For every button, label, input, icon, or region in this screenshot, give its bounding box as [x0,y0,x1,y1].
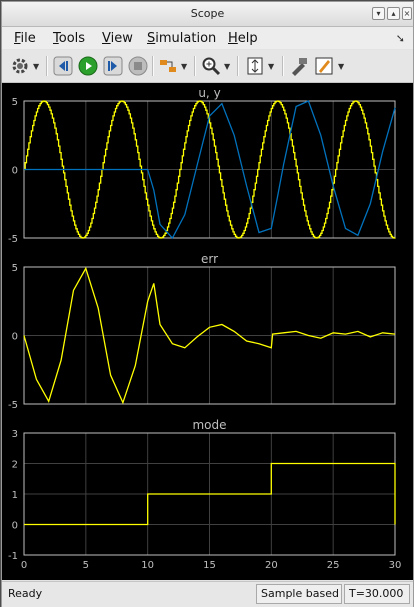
minimize-icon[interactable]: ▾ [372,7,385,20]
step-back-icon[interactable] [53,56,73,76]
y-tick-label: 0 [12,521,18,532]
zoom-icon[interactable] [201,56,221,76]
menu-file[interactable]: File [14,31,36,46]
toolbar-separator [152,56,154,76]
autoscale-icon[interactable] [245,56,265,76]
scope-display[interactable]: u, y -5 0 5 err -5 0 5 mode -1 0 1 2 3 0 5 10 15 20 25 30 [2,83,413,580]
y-tick-label: 1 [12,490,18,501]
x-tick-label: 25 [327,560,340,571]
menu-help-rest: elp [237,31,258,46]
x-tick-label: 5 [83,560,89,571]
x-tick-label: 0 [21,560,27,571]
status-time-box: T=30.000 [344,584,410,604]
edit-style-dropdown-icon[interactable]: ▼ [338,62,344,71]
panel-title: err [201,252,218,266]
toolbar-separator [282,56,284,76]
menu-bar: File Tools View Simulation Help ➘ [2,27,413,49]
run-icon[interactable] [78,56,98,76]
signal-selector-icon[interactable] [158,56,178,76]
window-title: Scope [190,7,225,20]
y-tick-label: -5 [8,234,18,245]
status-time: T=30.000 [349,587,404,600]
zoom-dropdown-icon[interactable]: ▼ [224,62,230,71]
maximize-icon[interactable]: ▴ [387,7,400,20]
stop-icon[interactable] [128,56,148,76]
settings-dropdown-icon[interactable]: ▼ [33,62,39,71]
y-tick-label: 5 [12,263,18,274]
scope-window: Scope ▾ ▴ × File Tools View Simulation H… [1,1,414,607]
status-mode-box: Sample based [256,584,342,604]
menu-view-rest: iew [110,31,133,46]
menu-simulation[interactable]: Simulation [147,31,216,46]
y-tick-label: 0 [12,166,18,177]
toolbar: ▼ ▼ ▼ ▼ ▼ [2,50,413,83]
title-bar: Scope ▾ ▴ × [2,2,413,27]
panel-title: mode [192,418,226,432]
menu-tools-rest: ools [58,31,86,46]
menu-tools[interactable]: Tools [53,31,85,46]
y-tick-label: 2 [12,460,18,471]
menu-help[interactable]: Help [228,31,258,46]
x-tick-label: 30 [389,560,402,571]
status-bar: Ready Sample based T=30.000 [2,581,413,607]
toolbar-separator [46,56,48,76]
autoscale-dropdown-icon[interactable]: ▼ [268,62,274,71]
status-ready: Ready [8,587,43,600]
settings-gear-icon[interactable] [10,56,30,76]
menu-dock-arrow-icon[interactable]: ➘ [396,32,405,45]
signal-selector-dropdown-icon[interactable]: ▼ [181,62,187,71]
menu-simulation-rest: imulation [155,31,217,46]
status-mode: Sample based [261,587,339,600]
y-tick-label: 3 [12,429,18,440]
step-forward-icon[interactable] [103,56,123,76]
edit-style-icon[interactable] [314,56,334,76]
y-tick-label: -1 [8,551,18,562]
scope-plots[interactable]: u, y-505err-505mode-101230 5 10 15 20 25 30 [2,83,413,580]
menu-help-mnemonic: H [228,31,238,46]
y-tick-label: 0 [12,332,18,343]
x-tick-label: 15 [203,560,216,571]
panel-title: u, y [198,86,220,100]
x-tick-label: 20 [265,560,278,571]
menu-view[interactable]: View [102,31,133,46]
menu-view-mnemonic: V [102,31,111,46]
close-icon[interactable]: × [402,7,412,20]
menu-file-rest: ile [20,31,36,46]
x-tick-label: 10 [141,560,154,571]
highlight-block-icon[interactable] [289,56,309,76]
y-tick-label: -5 [8,400,18,411]
y-tick-label: 5 [12,97,18,108]
toolbar-separator [194,56,196,76]
toolbar-separator [237,56,239,76]
